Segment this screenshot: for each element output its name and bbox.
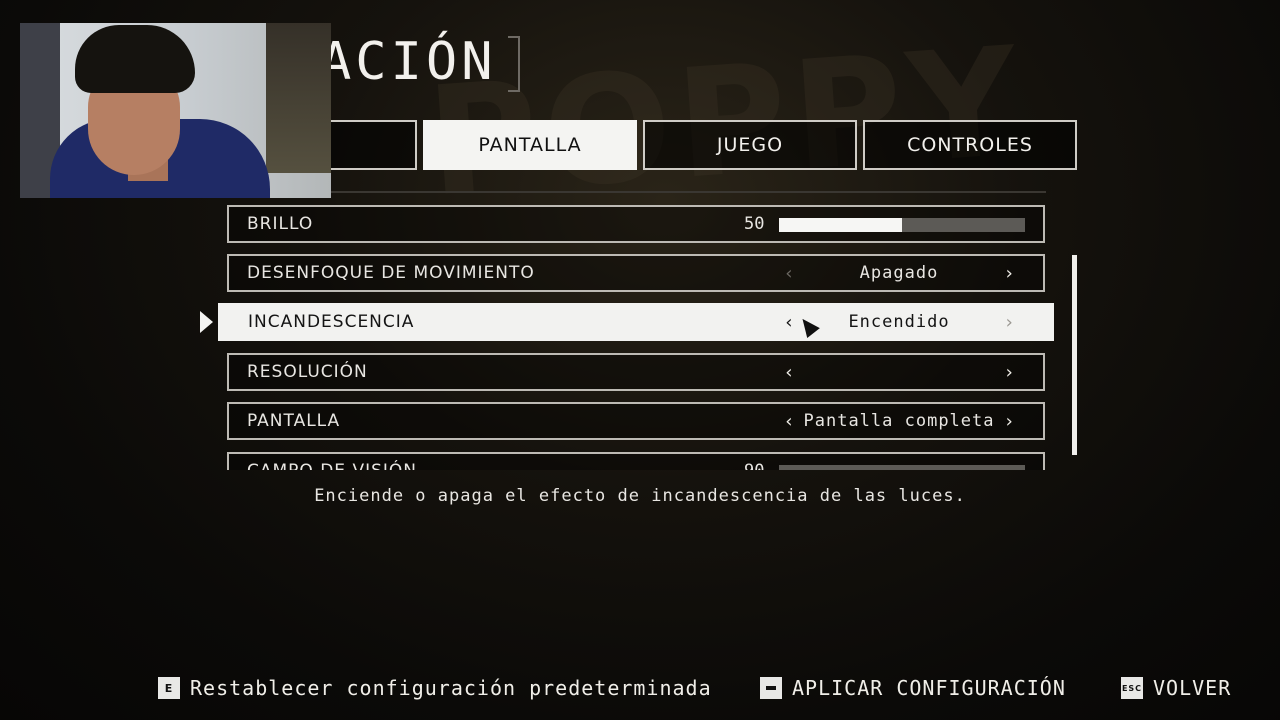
bloom-value: Encendido (848, 312, 950, 332)
settings-scrollbar[interactable] (1072, 255, 1077, 455)
chevron-left-icon[interactable]: ‹ (779, 312, 799, 333)
chevron-right-icon[interactable]: › (999, 263, 1019, 284)
webcam-person-hair (75, 25, 195, 93)
title-bracket-decoration (508, 36, 520, 92)
apply-settings-label: APLICAR CONFIGURACIÓN (792, 676, 1066, 700)
setting-label: RESOLUCIÓN (247, 362, 368, 382)
setting-label: INCANDESCENCIA (248, 312, 415, 332)
triangle-right-icon (200, 311, 213, 333)
reset-defaults-label: Restablecer configuración predeterminada (190, 676, 712, 700)
setting-row-bloom[interactable]: INCANDESCENCIA ‹ Encendido › (218, 303, 1054, 341)
setting-row-brightness[interactable]: BRILLO 50 (227, 205, 1045, 243)
key-space-icon (760, 677, 782, 699)
chevron-right-icon[interactable]: › (999, 312, 1019, 333)
display-mode-value: Pantalla completa (803, 411, 995, 431)
settings-list: BRILLO 50 DESENFOQUE DE MOVIMIENTO ‹ Apa… (200, 195, 1080, 470)
chevron-right-icon[interactable]: › (999, 362, 1019, 383)
motion-blur-value: Apagado (859, 263, 939, 283)
chevron-left-icon[interactable]: ‹ (779, 411, 799, 432)
brightness-slider[interactable] (779, 218, 1025, 232)
tab-juego[interactable]: JUEGO (643, 120, 857, 170)
key-e-icon: E (158, 677, 180, 699)
setting-label: BRILLO (247, 214, 314, 234)
reset-defaults-button[interactable]: E Restablecer configuración predetermina… (158, 674, 712, 702)
back-label: VOLVER (1153, 676, 1232, 700)
brightness-slider-fill (779, 218, 902, 232)
page-title: ACIÓN (320, 32, 497, 92)
key-esc-icon: ESC (1121, 677, 1143, 699)
fov-value: 90 (744, 461, 764, 470)
resolution-selector: ‹ › (779, 355, 1019, 389)
chevron-right-icon[interactable]: › (999, 411, 1019, 432)
fov-slider[interactable] (779, 465, 1025, 470)
list-divider (228, 191, 1046, 193)
tab-controles[interactable]: CONTROLES (863, 120, 1077, 170)
chevron-left-icon[interactable]: ‹ (779, 263, 799, 284)
setting-label: CAMPO DE VISIÓN (247, 461, 417, 470)
back-button[interactable]: ESC VOLVER (1121, 674, 1231, 702)
setting-row-fov[interactable]: CAMPO DE VISIÓN 90 (227, 452, 1045, 470)
webcam-background-cloth (266, 23, 331, 173)
setting-description: Enciende o apaga el efecto de incandesce… (314, 486, 966, 506)
motion-blur-selector: ‹ Apagado › (779, 256, 1019, 290)
setting-row-resolution[interactable]: RESOLUCIÓN ‹ › (227, 353, 1045, 391)
setting-label: DESENFOQUE DE MOVIMIENTO (247, 263, 535, 283)
apply-settings-button[interactable]: APLICAR CONFIGURACIÓN (760, 674, 1066, 702)
brightness-value: 50 (744, 214, 765, 234)
display-mode-selector: ‹ Pantalla completa › (779, 404, 1019, 438)
chevron-left-icon[interactable]: ‹ (779, 362, 799, 383)
setting-row-display-mode[interactable]: PANTALLA ‹ Pantalla completa › (227, 402, 1045, 440)
tab-pantalla[interactable]: PANTALLA (423, 120, 637, 170)
webcam-overlay (20, 23, 331, 198)
setting-label: PANTALLA (247, 411, 341, 431)
setting-row-motion-blur[interactable]: DESENFOQUE DE MOVIMIENTO ‹ Apagado › (227, 254, 1045, 292)
settings-screen: POPPY ACIÓN DO PANTALLA JUEGO CONTROLES … (0, 0, 1280, 720)
